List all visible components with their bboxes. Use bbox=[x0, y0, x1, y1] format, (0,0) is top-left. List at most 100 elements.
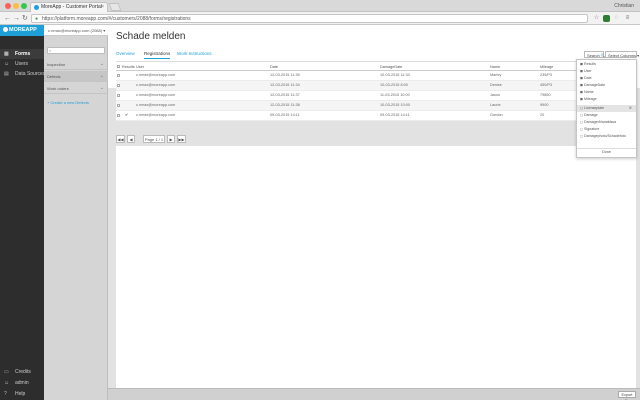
nav-item-help[interactable]: ? Help bbox=[0, 389, 44, 399]
header-results[interactable]: Results bbox=[122, 65, 135, 69]
column-option-damage-date[interactable]: ◼DamageDate bbox=[577, 82, 636, 89]
row-checkbox[interactable] bbox=[117, 94, 120, 97]
cell-date: 09-03-2015 14:11 bbox=[270, 113, 300, 117]
bookmark-star-icon[interactable]: ☆ bbox=[593, 15, 600, 22]
browser-titlebar: MoreApp - Customer Portal × Christian bbox=[0, 0, 640, 12]
column-option-damage[interactable]: ◻Damage bbox=[577, 112, 636, 119]
main-content: Schade melden Overview Registrations Wor… bbox=[108, 25, 640, 400]
customer-selector[interactable]: c.nmax@moreapp.com (2088) ▾ bbox=[44, 25, 108, 36]
header-date[interactable]: Date bbox=[270, 65, 278, 69]
forms-search-input[interactable]: ⌕ bbox=[47, 47, 105, 54]
chevron-down-icon: ⌄ bbox=[99, 61, 104, 67]
cell-damage-date: 10-03-2015 8:00 bbox=[380, 83, 408, 87]
search-icon: ⌕ bbox=[49, 48, 52, 53]
select-columns-dropdown: ◼Results ◼User ◼Date ◼DamageDate ◼Name ◼… bbox=[576, 59, 637, 158]
maximize-window-icon[interactable] bbox=[21, 3, 27, 9]
select-all-checkbox[interactable] bbox=[117, 65, 120, 68]
close-window-icon[interactable] bbox=[5, 3, 11, 9]
table-row[interactable]: ✔ c.nmax@moreapp.com 09-03-2015 14:11 09… bbox=[116, 111, 636, 121]
data-sources-icon: ▤ bbox=[4, 71, 9, 77]
url-bar[interactable]: ● https://platform.moreapp.com/#/custome… bbox=[31, 14, 588, 23]
header-mileage[interactable]: Mileage bbox=[540, 65, 553, 69]
tab-close-icon[interactable]: × bbox=[101, 4, 104, 10]
checkbox-checked-icon: ◼ bbox=[580, 83, 583, 87]
checkbox-checked-icon: ◼ bbox=[580, 97, 583, 101]
table-row[interactable]: c.nmax@moreapp.com 12-03-2015 11:34 10-0… bbox=[116, 81, 636, 91]
reload-icon[interactable]: ↻ bbox=[22, 14, 28, 23]
cell-date: 12-03-2015 11:38 bbox=[270, 103, 300, 107]
chevron-down-icon: ⌄ bbox=[99, 85, 104, 91]
cell-user: c.nmax@moreapp.com bbox=[136, 83, 176, 87]
users-icon: ☺ bbox=[4, 61, 10, 67]
moreapp-logo[interactable]: MOREAPP bbox=[0, 25, 44, 36]
forward-arrow-icon[interactable]: → bbox=[13, 14, 20, 23]
tab-work-instructions[interactable]: Work Instructions bbox=[177, 51, 212, 56]
table-row[interactable]: c.nmax@moreapp.com 12-03-2015 11:38 10-0… bbox=[116, 101, 636, 111]
column-option-user[interactable]: ◼User bbox=[577, 68, 636, 75]
back-arrow-icon[interactable]: ← bbox=[4, 14, 11, 23]
search-button[interactable]: Search 🔍 bbox=[584, 51, 606, 58]
first-page-button[interactable]: ◀◀ bbox=[116, 135, 125, 143]
browser-tab[interactable]: MoreApp - Customer Portal × bbox=[30, 2, 108, 12]
create-form-link[interactable]: + Create a new Defects bbox=[47, 100, 89, 105]
page-title: Schade melden bbox=[116, 31, 186, 42]
nav-item-admin[interactable]: ☺ admin bbox=[0, 378, 44, 388]
cell-mileage: 450/P3 bbox=[540, 83, 553, 87]
column-option-licenseplate[interactable]: ◻Licenseplate ⊗ bbox=[577, 105, 636, 112]
user-icon: ☺ bbox=[4, 380, 10, 386]
tab-registrations[interactable]: Registrations bbox=[144, 51, 171, 59]
minimize-window-icon[interactable] bbox=[13, 3, 19, 9]
column-option-name[interactable]: ◼Name bbox=[577, 89, 636, 96]
header-name[interactable]: Name bbox=[490, 65, 500, 69]
row-checkbox[interactable] bbox=[117, 114, 120, 117]
nav-item-forms[interactable]: ▦ Forms bbox=[0, 49, 44, 59]
checkbox-unchecked-icon: ◻ bbox=[580, 106, 583, 110]
column-option-mileage[interactable]: ◼Mileage bbox=[577, 96, 636, 103]
nav-item-credits[interactable]: ▭ Credits bbox=[0, 367, 44, 377]
cell-name: Gordon bbox=[490, 113, 503, 117]
checkbox-unchecked-icon: ◻ bbox=[580, 113, 583, 117]
form-group-inspection[interactable]: Inspection ⌄ bbox=[44, 59, 108, 70]
nav-item-data-sources[interactable]: ▤ Data Sources bbox=[0, 69, 45, 79]
browser-menu-icon[interactable]: ≡ bbox=[624, 15, 631, 22]
row-checkbox[interactable] bbox=[117, 74, 120, 77]
row-checkbox[interactable] bbox=[117, 104, 120, 107]
cell-damage-date: 09-03-2015 14:11 bbox=[380, 113, 410, 117]
column-option-damagephoto[interactable]: ◻Damagephoto/Schadefoto bbox=[577, 133, 636, 140]
header-user[interactable]: User bbox=[136, 65, 144, 69]
extension-icon[interactable] bbox=[603, 15, 610, 22]
new-tab-button[interactable] bbox=[108, 3, 122, 11]
nav-item-users[interactable]: ☺ Users bbox=[0, 59, 44, 69]
form-tabs: Overview Registrations Work Instructions bbox=[108, 49, 640, 61]
checkbox-unchecked-icon: ◻ bbox=[580, 127, 583, 131]
cell-name: Denise bbox=[490, 83, 502, 87]
remove-icon[interactable]: ⊗ bbox=[629, 105, 632, 110]
tab-overview[interactable]: Overview bbox=[116, 51, 135, 56]
column-option-damaged-vanaldssa[interactable]: ◻DamagedVanaldssa bbox=[577, 119, 636, 126]
column-option-results[interactable]: ◼Results bbox=[577, 61, 636, 68]
table-row[interactable]: c.nmax@moreapp.com 12-03-2015 11:35 10-0… bbox=[116, 71, 636, 81]
table-header: Results User Date DamageDate Name Mileag… bbox=[116, 63, 636, 71]
column-option-signature[interactable]: ◻Signature bbox=[577, 126, 636, 133]
extension-2-icon[interactable]: ◌ bbox=[613, 15, 620, 22]
registrations-table: Results User Date DamageDate Name Mileag… bbox=[116, 63, 636, 121]
browser-user-name[interactable]: Christian bbox=[614, 3, 634, 9]
checkbox-checked-icon: ◼ bbox=[580, 90, 583, 94]
page-indicator: Page 1 / 1 bbox=[143, 135, 165, 143]
table-row[interactable]: c.nmax@moreapp.com 12-03-2015 11:37 11-0… bbox=[116, 91, 636, 101]
done-button[interactable]: Done bbox=[577, 150, 636, 157]
prev-page-button[interactable]: ◀ bbox=[127, 135, 135, 143]
table-empty-area bbox=[116, 146, 636, 389]
export-button[interactable]: Export file bbox=[618, 391, 636, 400]
left-nav: MOREAPP ▦ Forms ☺ Users ▤ Data Sources ▭ Cre… bbox=[0, 25, 45, 400]
column-option-date[interactable]: ◼Date bbox=[577, 75, 636, 82]
form-group-defects[interactable]: Defects ⌄ bbox=[44, 71, 108, 82]
cell-name: Marley bbox=[490, 73, 502, 77]
row-checkbox[interactable] bbox=[117, 84, 120, 87]
last-page-button[interactable]: ▶▶ bbox=[177, 135, 186, 143]
form-group-work-orders[interactable]: Work orders ⌄ bbox=[44, 83, 108, 94]
select-columns-button[interactable]: Select Columns ▾ bbox=[605, 51, 639, 58]
next-page-button[interactable]: ▶ bbox=[167, 135, 175, 143]
help-icon: ? bbox=[4, 391, 7, 397]
header-damage-date[interactable]: DamageDate bbox=[380, 65, 402, 69]
